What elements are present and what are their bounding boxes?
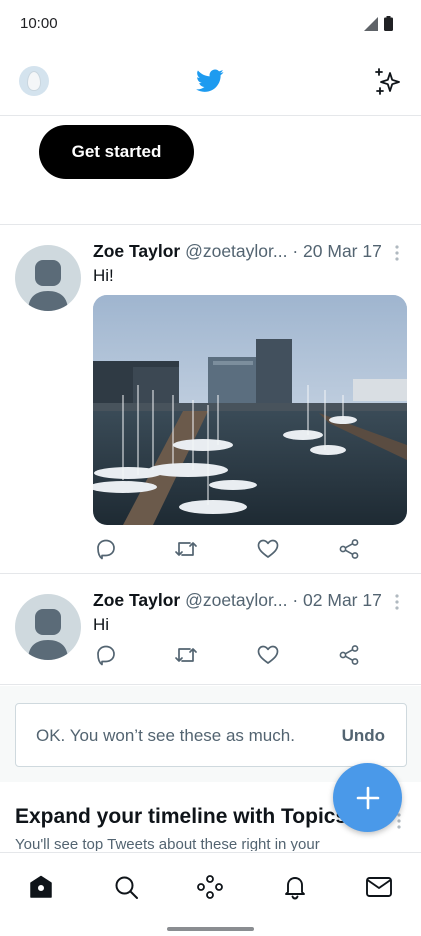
default-avatar-icon — [28, 609, 68, 660]
retweet-icon[interactable] — [173, 642, 199, 668]
like-icon[interactable] — [255, 642, 281, 668]
messages-icon[interactable] — [365, 873, 393, 901]
tweet-header: Zoe Taylor @zoetaylor... · 20 Mar 17 — [93, 241, 413, 262]
tweet-author-handle: @zoetaylor... — [185, 590, 288, 610]
topics-subtitle: You'll see top Tweets about these right … — [15, 836, 320, 851]
tweet-text: Hi! — [93, 266, 114, 285]
tweet-date: · 02 Mar 17 — [292, 590, 382, 610]
profile-avatar[interactable] — [19, 66, 49, 96]
tweet-author-name[interactable]: Zoe Taylor — [93, 241, 180, 261]
home-indicator[interactable] — [167, 927, 254, 931]
feedback-notice: OK. You won’t see these as much. Undo — [15, 703, 407, 767]
tweet-photo[interactable] — [93, 295, 407, 525]
reply-icon[interactable] — [93, 642, 119, 668]
more-options-icon[interactable] — [395, 594, 399, 610]
share-icon[interactable] — [336, 642, 362, 668]
topics-title: Expand your timeline with Topics — [15, 805, 348, 828]
marina-photo — [93, 295, 407, 525]
share-icon[interactable] — [336, 536, 362, 562]
get-started-section: Get started — [0, 117, 421, 225]
sparkle-icon[interactable] — [373, 67, 403, 97]
tweet-text: Hi — [93, 615, 110, 634]
status-bar: 10:00 — [0, 0, 421, 48]
home-icon[interactable] — [27, 873, 55, 901]
like-icon[interactable] — [255, 536, 281, 562]
notifications-icon[interactable] — [281, 873, 309, 901]
notice-text: OK. You won’t see these as much. — [36, 726, 295, 745]
get-started-button[interactable]: Get started — [39, 125, 194, 179]
spaces-icon[interactable] — [196, 873, 224, 901]
bottom-navigation — [0, 852, 421, 936]
tweet-item[interactable]: Zoe Taylor @zoetaylor... · 02 Mar 17 Hi — [0, 575, 421, 685]
tweet-item[interactable]: Zoe Taylor @zoetaylor... · 20 Mar 17 Hi! — [0, 226, 421, 574]
more-options-icon[interactable] — [397, 813, 401, 829]
tweet-author-handle: @zoetaylor... — [185, 241, 288, 261]
undo-button[interactable]: Undo — [342, 726, 385, 746]
avatar[interactable] — [15, 245, 81, 311]
top-app-bar — [0, 50, 421, 116]
tweet-date: · 20 Mar 17 — [292, 241, 382, 261]
tweet-author-name[interactable]: Zoe Taylor — [93, 590, 180, 610]
default-avatar-icon — [28, 260, 68, 311]
tweet-actions — [93, 642, 383, 668]
avatar[interactable] — [15, 594, 81, 660]
reply-icon[interactable] — [93, 536, 119, 562]
more-options-icon[interactable] — [395, 245, 399, 261]
search-icon[interactable] — [112, 873, 140, 901]
egg-avatar-icon — [27, 71, 41, 91]
tweet-actions — [93, 536, 383, 562]
twitter-bird-icon — [196, 69, 224, 92]
status-time: 10:00 — [20, 15, 58, 32]
signal-icon — [364, 16, 378, 31]
plus-icon — [356, 786, 379, 809]
compose-tweet-button[interactable] — [333, 763, 402, 832]
battery-icon — [384, 16, 393, 31]
retweet-icon[interactable] — [173, 536, 199, 562]
status-icons — [364, 16, 393, 31]
tweet-header: Zoe Taylor @zoetaylor... · 02 Mar 17 — [93, 590, 413, 611]
